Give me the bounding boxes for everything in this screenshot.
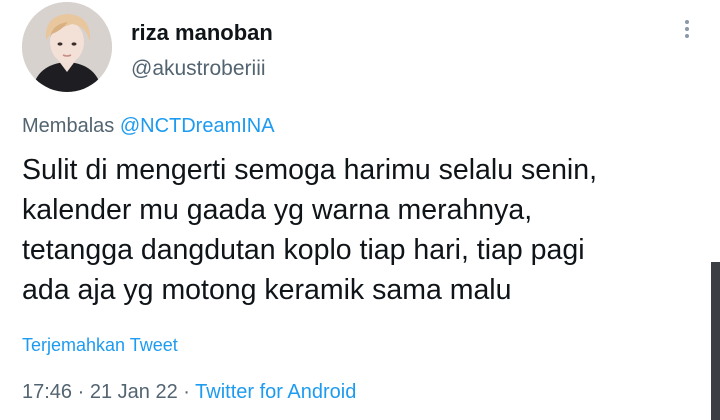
tweet-line: kalender mu gaada yg warna merahnya, <box>22 194 533 226</box>
tweet-line: tetangga dangdutan koplo tiap hari, tiap… <box>22 234 585 266</box>
tweet-line: ada aja yg motong keramik sama malu <box>22 274 512 306</box>
more-dot <box>685 27 689 31</box>
meta-separator: · <box>77 381 85 403</box>
translate-tweet-link[interactable]: Terjemahkan Tweet <box>22 335 178 356</box>
reply-context: Membalas @NCTDreamINA <box>22 115 275 138</box>
avatar-image <box>22 2 112 92</box>
reply-mention-link[interactable]: @NCTDreamINA <box>120 115 275 137</box>
scrollbar[interactable] <box>711 262 720 420</box>
tweet-source-link[interactable]: Twitter for Android <box>195 381 356 403</box>
tweet-meta: 17:46 · 21 Jan 22 · Twitter for Android <box>22 381 356 404</box>
more-vertical-icon[interactable] <box>678 14 696 44</box>
meta-separator: · <box>183 381 190 403</box>
more-dot <box>685 20 689 24</box>
more-dot <box>685 34 689 38</box>
tweet-line: Sulit di mengerti semoga harimu selalu s… <box>22 154 598 186</box>
user-handle[interactable]: @akustroberiii <box>131 57 266 81</box>
avatar[interactable] <box>22 2 112 92</box>
tweet-date[interactable]: 21 Jan 22 <box>90 381 178 403</box>
tweet-time[interactable]: 17:46 <box>22 381 72 403</box>
tweet-text: Sulit di mengerti semoga harimu selalu s… <box>22 150 702 310</box>
display-name[interactable]: riza manoban <box>131 20 273 46</box>
reply-prefix: Membalas <box>22 115 115 137</box>
